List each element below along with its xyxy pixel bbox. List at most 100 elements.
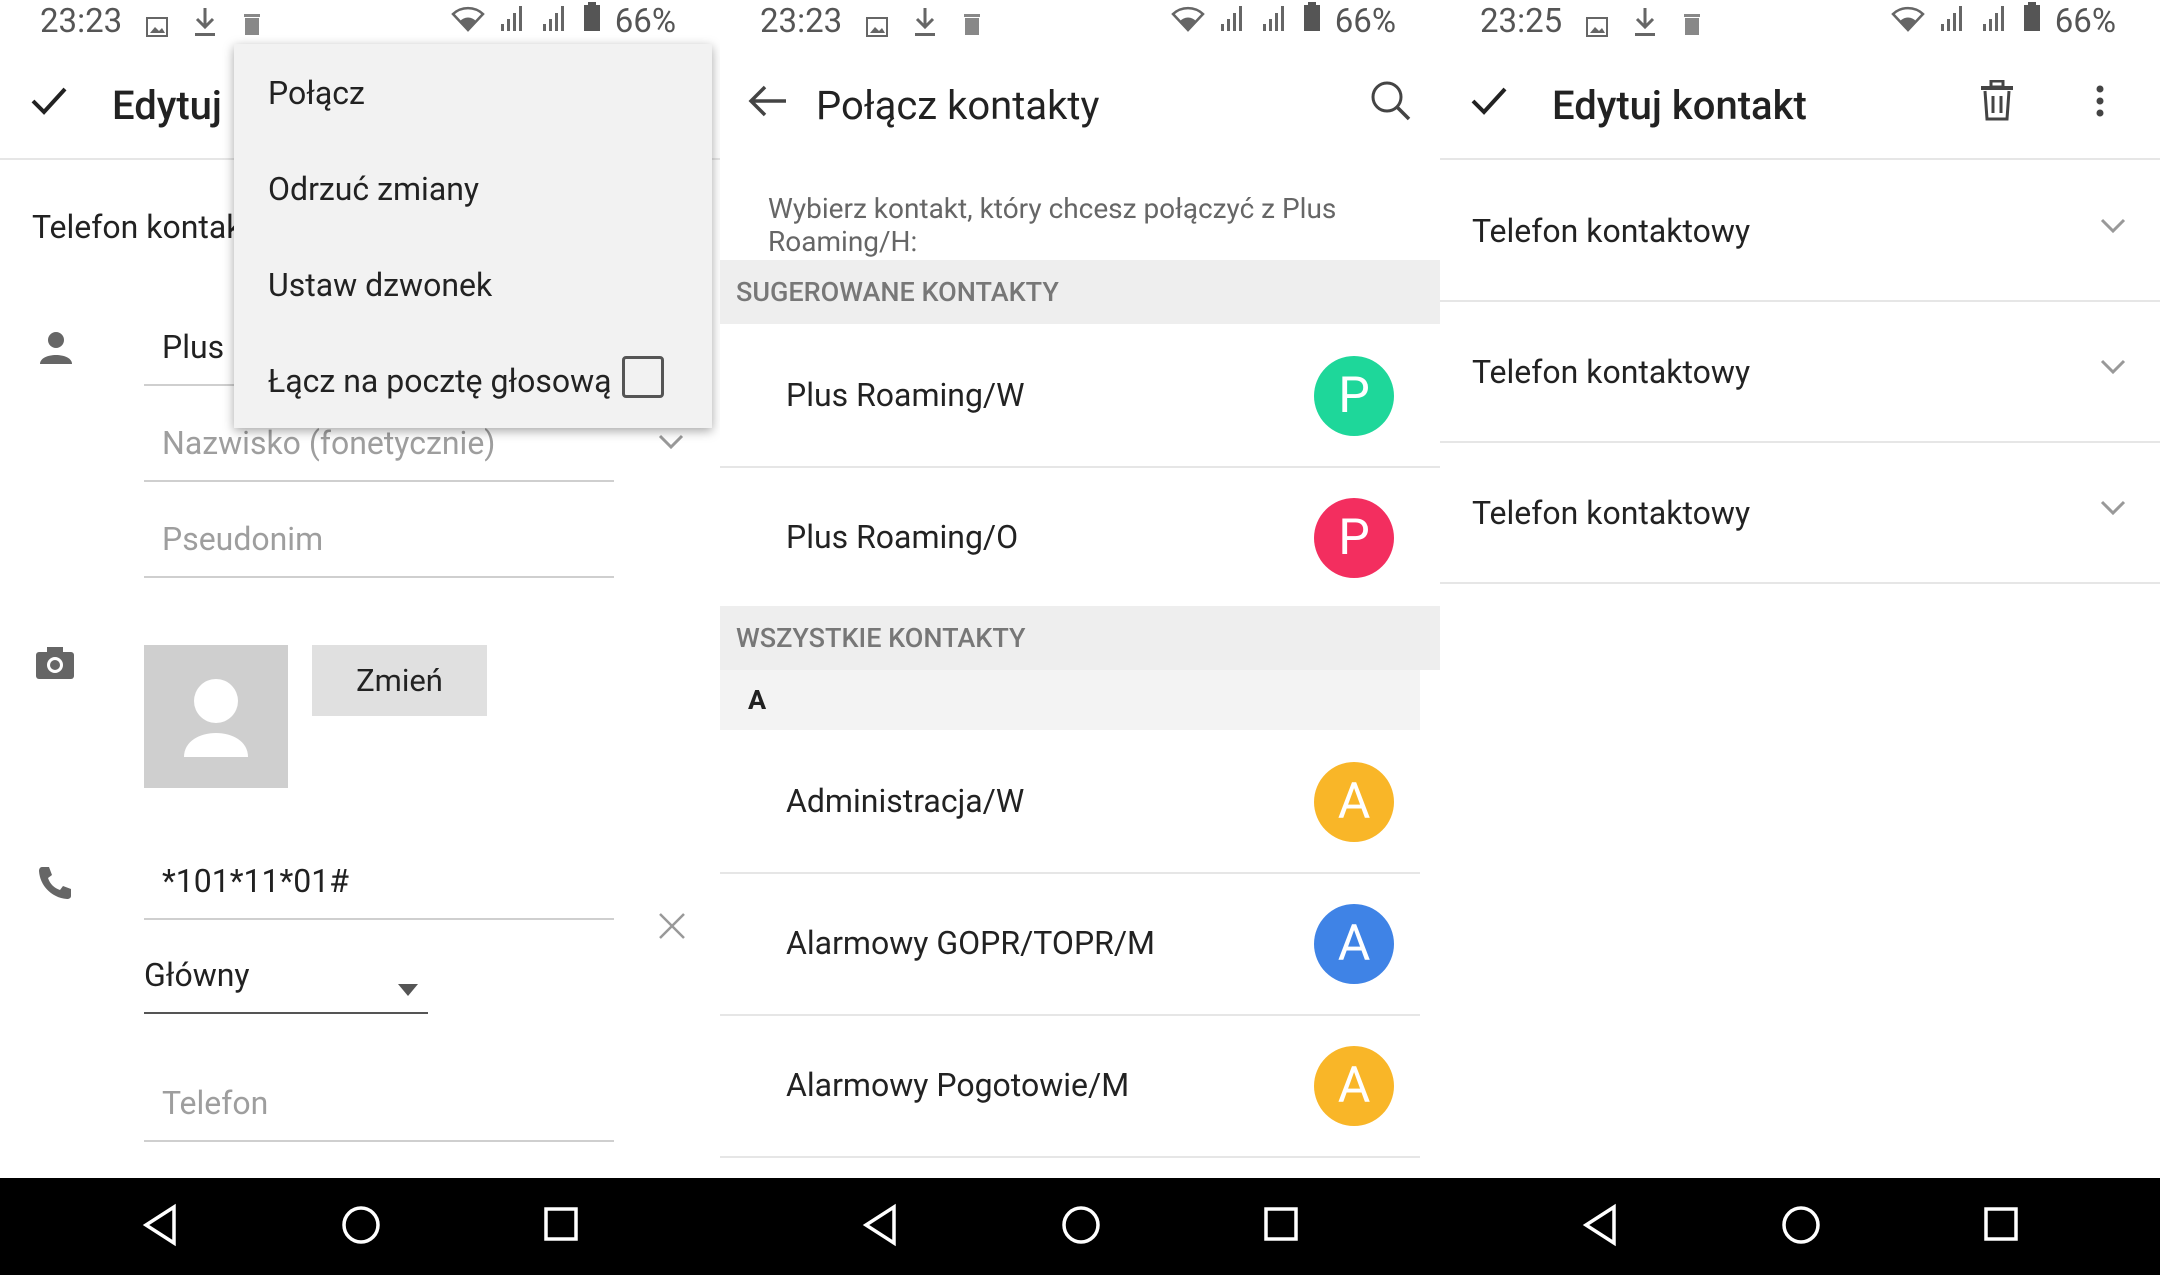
download-icon [192, 6, 218, 47]
person-icon [38, 330, 74, 370]
wifi-icon [450, 2, 485, 41]
recents-nav-icon[interactable] [1982, 1203, 2020, 1251]
signal-icon [499, 2, 527, 41]
navigation-bar [0, 1178, 2160, 1275]
contact-name: Alarmowy Pogotowie/M [786, 1066, 1130, 1104]
phone-icon [36, 864, 74, 906]
battery-level: 66% [614, 2, 676, 41]
voicemail-checkbox[interactable] [622, 356, 664, 398]
page-title: Połącz kontakty [816, 82, 1100, 129]
image-notification-icon [866, 7, 888, 46]
chevron-down-icon[interactable] [658, 434, 684, 454]
contact-name: Administracja/W [786, 782, 1025, 820]
merge-instructions: Wybierz kontakt, który chcesz połączyć z… [768, 192, 1337, 258]
nickname-field[interactable]: Pseudonim [144, 496, 614, 578]
wifi-icon [1890, 2, 1925, 41]
battery-level: 66% [2054, 2, 2116, 41]
status-bar: 23:25 66% [1440, 0, 2160, 44]
edit-contact-panel-with-menu: 23:23 66% Edytuj Telefon kontak Plus I N… [0, 0, 720, 1178]
menu-item-set-ringtone[interactable]: Ustaw dzwonek [268, 266, 492, 304]
signal-icon [1219, 2, 1247, 41]
download-icon [1632, 6, 1658, 47]
phone-section-row[interactable]: Telefon kontaktowy [1440, 160, 2160, 302]
contact-name: Plus Roaming/W [786, 376, 1025, 414]
image-notification-icon [146, 7, 168, 46]
back-arrow-icon[interactable] [748, 84, 788, 122]
status-bar: 23:23 66% [720, 0, 1440, 44]
recents-nav-icon[interactable] [542, 1203, 580, 1251]
signal-icon-2 [1981, 2, 2009, 41]
trash-notification-icon [1682, 7, 1702, 46]
avatar: P [1314, 498, 1394, 578]
avatar: A [1314, 904, 1394, 984]
toolbar: Edytuj kontakt [1440, 44, 2160, 160]
row-label: Telefon kontaktowy [1472, 212, 1751, 250]
avatar-placeholder-icon [184, 679, 248, 757]
section-label: Telefon kontak [32, 208, 243, 246]
home-nav-icon[interactable] [1780, 1203, 1822, 1251]
chevron-down-icon [2100, 500, 2126, 520]
check-icon[interactable] [30, 86, 68, 120]
page-title: Edytuj [112, 82, 222, 129]
merge-contacts-panel: 23:23 66% Połącz kontakty Wybierz kontak… [720, 0, 1440, 1178]
status-time: 23:23 [40, 2, 123, 41]
all-contacts-header: WSZYSTKIE KONTAKTY [720, 606, 1440, 670]
avatar: A [1314, 1046, 1394, 1126]
battery-level: 66% [1334, 2, 1396, 41]
search-icon[interactable] [1370, 80, 1412, 126]
letter-header: A [720, 670, 1420, 730]
contact-row[interactable]: Alarmowy GOPR/TOPR/M A [720, 874, 1420, 1016]
change-photo-button[interactable]: Zmień [312, 645, 487, 716]
battery-icon [1303, 2, 1321, 41]
row-label: Telefon kontaktowy [1472, 353, 1751, 391]
contact-row[interactable]: Plus Roaming/W P [720, 326, 1440, 468]
contact-name: Alarmowy GOPR/TOPR/M [786, 924, 1155, 962]
clear-icon[interactable] [658, 912, 686, 944]
home-nav-icon[interactable] [1060, 1203, 1102, 1251]
phone-section-row[interactable]: Telefon kontaktowy [1440, 442, 2160, 584]
status-time: 23:25 [1480, 2, 1563, 41]
check-icon[interactable] [1470, 86, 1508, 120]
phone-type-select[interactable]: Główny [144, 936, 428, 1014]
toolbar: Połącz kontakty [720, 44, 1440, 158]
chevron-down-icon [2100, 359, 2126, 379]
delete-icon[interactable] [1978, 79, 2016, 126]
phone-section-row[interactable]: Telefon kontaktowy [1440, 301, 2160, 443]
avatar: A [1314, 762, 1394, 842]
contact-name: Plus Roaming/O [786, 518, 1019, 556]
phone-field-empty[interactable]: Telefon [144, 1060, 614, 1142]
dropdown-arrow-icon [398, 966, 418, 1004]
download-icon [912, 6, 938, 47]
contact-row[interactable]: Plus Roaming/O P [720, 468, 1440, 608]
menu-item-discard-changes[interactable]: Odrzuć zmiany [268, 170, 479, 208]
battery-icon [583, 2, 601, 41]
overflow-menu: Połącz Odrzuć zmiany Ustaw dzwonek Łącz … [234, 44, 712, 428]
menu-item-voicemail[interactable]: Łącz na pocztę głosową [268, 362, 612, 400]
menu-item-connect[interactable]: Połącz [268, 74, 365, 112]
signal-icon-2 [541, 2, 569, 41]
back-nav-icon[interactable] [140, 1203, 180, 1251]
trash-notification-icon [962, 7, 982, 46]
status-time: 23:23 [760, 2, 843, 41]
page-title: Edytuj kontakt [1552, 82, 1807, 129]
chevron-down-icon [2100, 218, 2126, 238]
avatar: P [1314, 356, 1394, 436]
phone-number-field[interactable]: *101*11*01# [144, 838, 614, 920]
contact-photo[interactable] [144, 645, 288, 788]
suggested-contacts-header: SUGEROWANE KONTAKTY [720, 260, 1440, 324]
contact-row[interactable]: Administracja/W A [720, 732, 1420, 874]
recents-nav-icon[interactable] [1262, 1203, 1300, 1251]
back-nav-icon[interactable] [1580, 1203, 1620, 1251]
edit-contact-panel: 23:25 66% Edytuj kontakt Telefon kontakt… [1440, 0, 2160, 1178]
trash-notification-icon [242, 7, 262, 46]
status-bar: 23:23 66% [0, 0, 720, 44]
contact-row[interactable]: Alarmowy Pogotowie/M A [720, 1016, 1420, 1158]
row-label: Telefon kontaktowy [1472, 494, 1751, 532]
camera-icon [34, 645, 76, 685]
signal-icon-2 [1261, 2, 1289, 41]
back-nav-icon[interactable] [860, 1203, 900, 1251]
battery-icon [2023, 2, 2041, 41]
home-nav-icon[interactable] [340, 1203, 382, 1251]
more-options-icon[interactable] [2095, 84, 2105, 122]
wifi-icon [1170, 2, 1205, 41]
